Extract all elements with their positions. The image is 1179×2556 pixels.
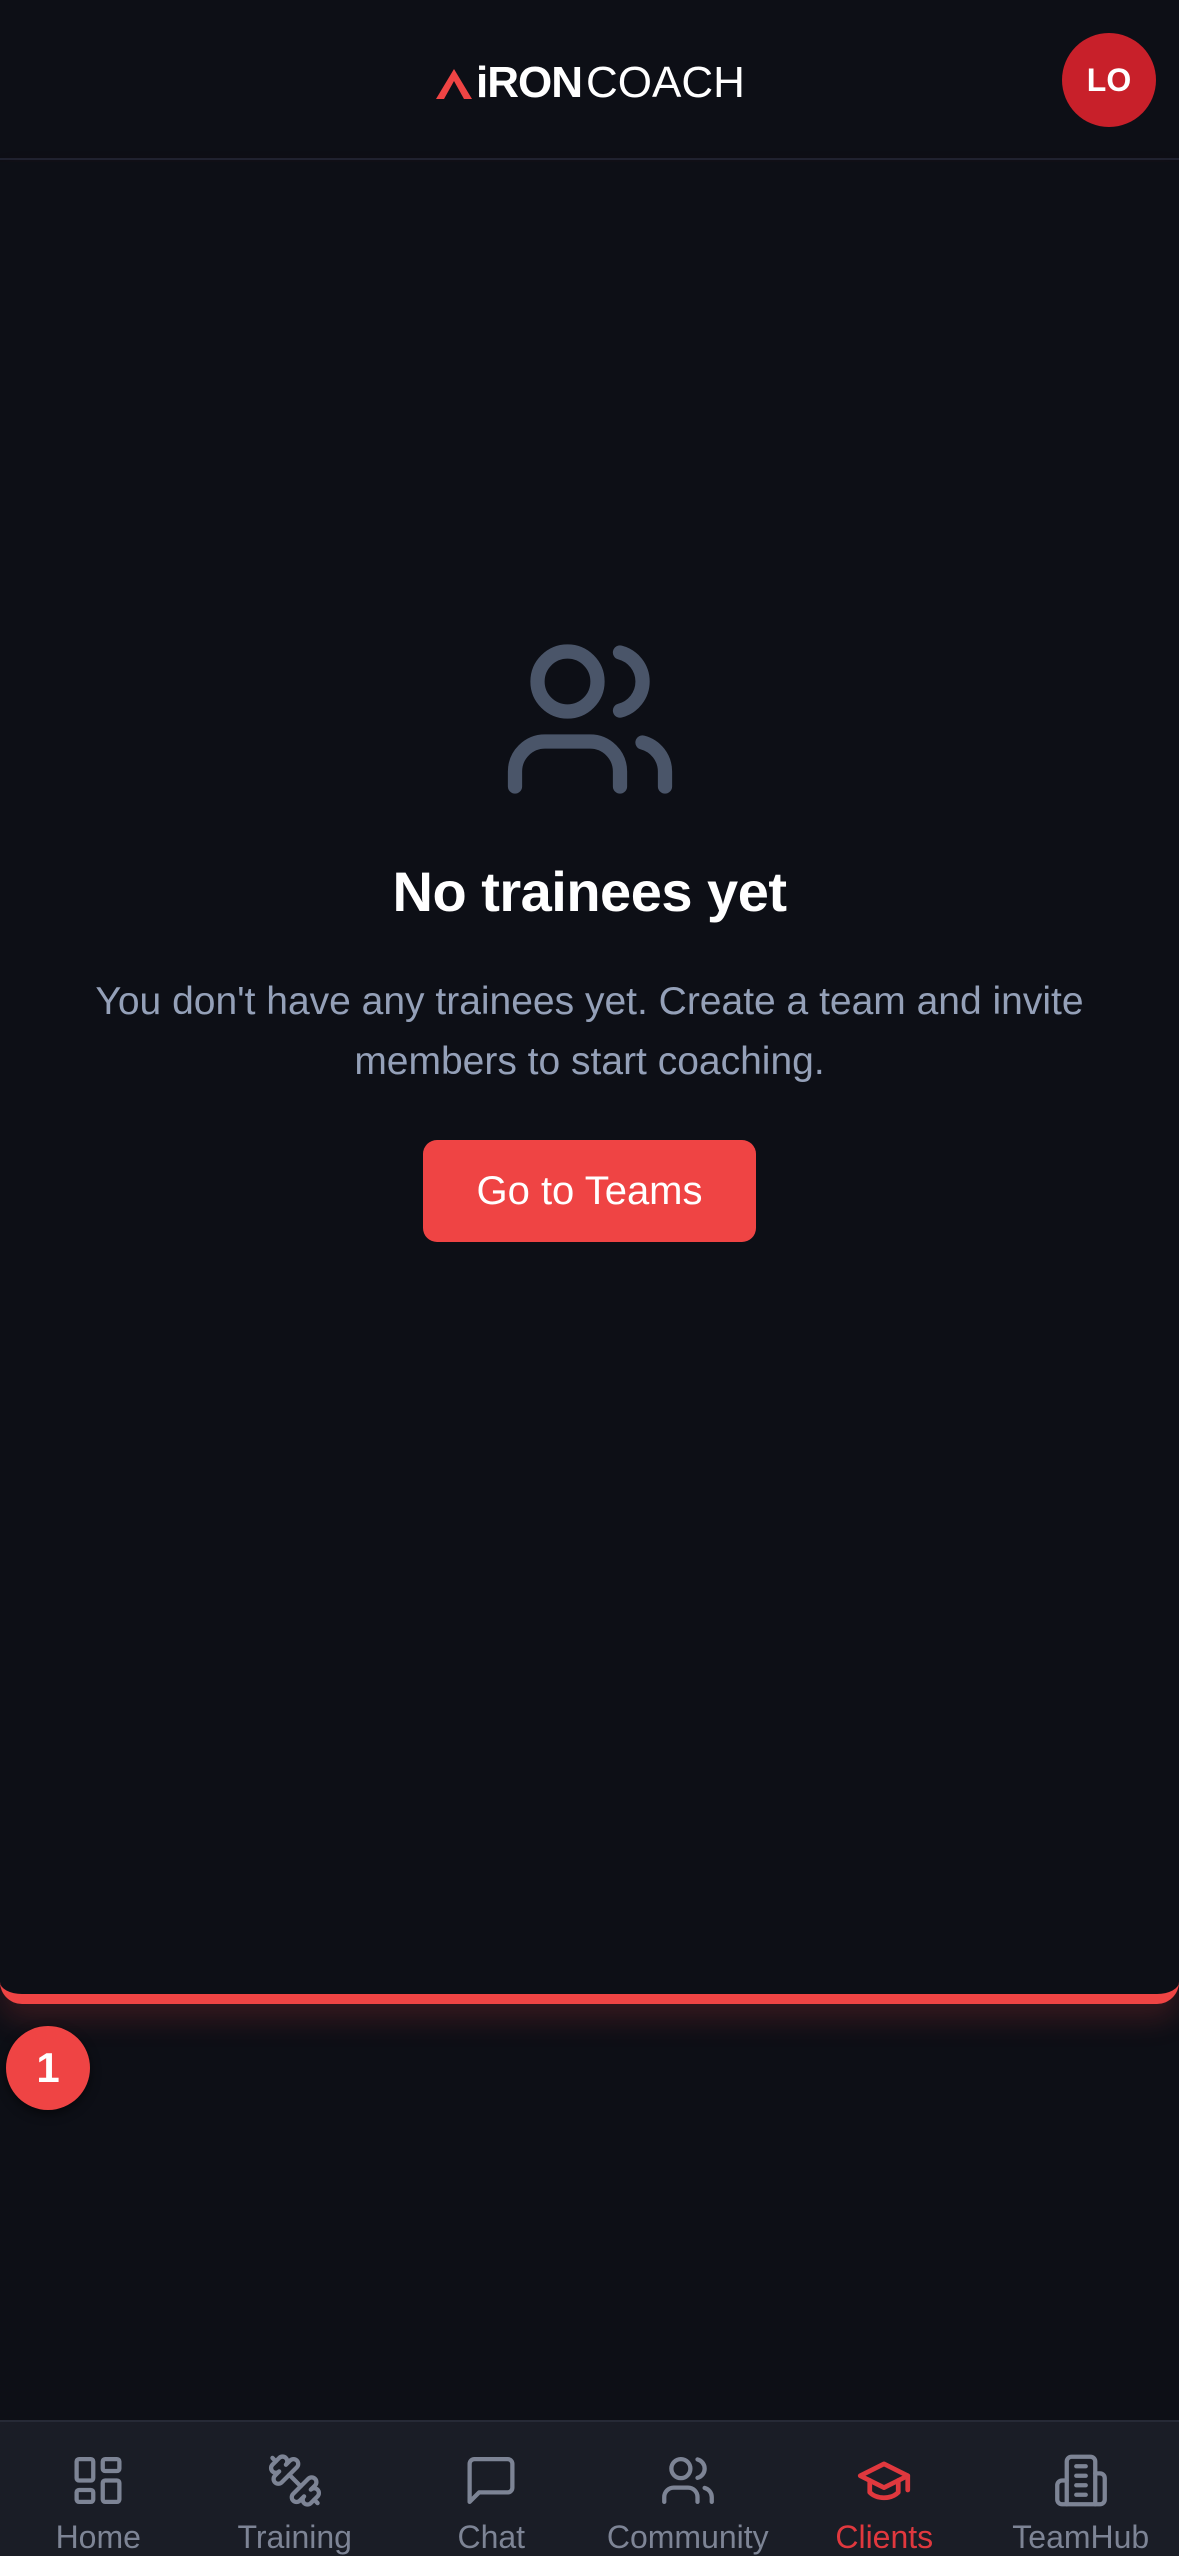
nav-item-teamhub[interactable]: TeamHub	[983, 2422, 1179, 2556]
go-to-teams-button[interactable]: Go to Teams	[423, 1140, 756, 1242]
chat-bubble-icon	[467, 2456, 515, 2505]
clients-panel: No trainees yet You don't have any train…	[0, 162, 1179, 2004]
nav-item-training[interactable]: Training	[197, 2422, 394, 2556]
logo-suffix: COACH	[586, 58, 745, 107]
logo-mark-icon	[436, 69, 472, 99]
nav-item-chat[interactable]: Chat	[393, 2422, 590, 2556]
empty-state-title: No trainees yet	[392, 860, 788, 923]
nav-label-chat: Chat	[457, 2519, 526, 2555]
empty-state-description: You don't have any trainees yet. Create …	[95, 980, 1084, 1083]
nav-label-clients: Clients	[835, 2519, 934, 2555]
dumbbell-icon	[268, 2454, 321, 2507]
nav-label-teamhub: TeamHub	[1012, 2519, 1150, 2555]
nav-label-training: Training	[237, 2519, 352, 2555]
app-header: iRONCOACH LO	[0, 0, 1179, 160]
nav-item-clients[interactable]: Clients	[786, 2422, 983, 2556]
logo-brand: iRON	[476, 58, 583, 107]
step-badge: 1	[6, 2026, 90, 2110]
building-icon	[1054, 2454, 1107, 2507]
graduation-cap-icon	[858, 2461, 911, 2501]
nav-item-home[interactable]: Home	[0, 2422, 197, 2556]
users-icon	[507, 644, 673, 794]
grid-icon	[74, 2456, 122, 2505]
user-avatar[interactable]: LO	[1062, 33, 1156, 127]
nav-item-community[interactable]: Community	[590, 2422, 787, 2556]
bottom-nav: Home Training Chat Community Clients Tea…	[0, 2420, 1179, 2556]
nav-label-home: Home	[55, 2519, 141, 2555]
nav-label-community: Community	[606, 2519, 769, 2555]
users-icon	[661, 2456, 714, 2505]
app-logo[interactable]: iRONCOACH	[434, 56, 745, 110]
logo-text: iRONCOACH	[476, 58, 745, 108]
